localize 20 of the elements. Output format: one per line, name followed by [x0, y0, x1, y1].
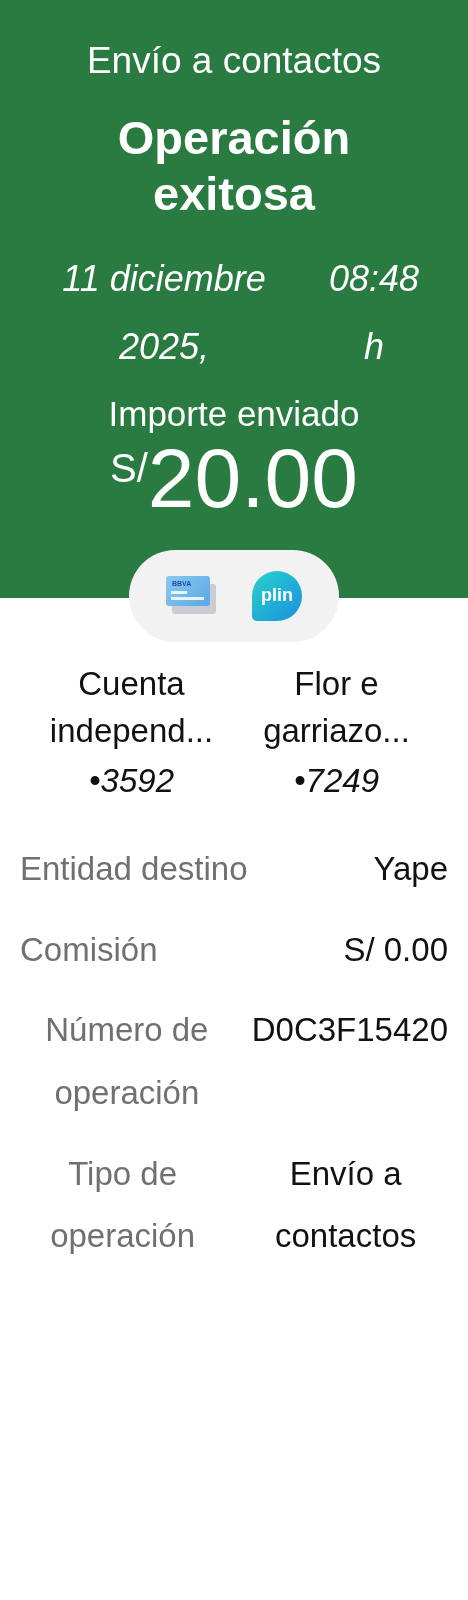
- detail-label: Comisión: [20, 929, 158, 970]
- account-name: Cuenta independ...: [48, 663, 215, 752]
- account-number: •3592: [88, 761, 175, 802]
- page-title: Envío a contactos: [85, 40, 383, 82]
- amount-value: 20.00: [147, 435, 358, 520]
- chat-bubble-icon: plin: [252, 570, 302, 621]
- detail-value: Envío a contactos: [274, 1153, 418, 1257]
- status-title: Operación exitosa: [116, 110, 352, 223]
- account-name: Flor e garriazo...: [262, 663, 411, 752]
- detail-value: S/ 0.00: [343, 929, 448, 970]
- detail-label: Número de operación: [44, 1010, 210, 1114]
- account-number: •7249: [293, 761, 380, 802]
- detail-label: Entidad destino: [20, 849, 248, 890]
- detail-label: Tipo de operación: [49, 1153, 197, 1257]
- detail-value: Yape: [373, 849, 448, 890]
- time-text: 08:48 h: [327, 256, 421, 370]
- detail-value: D0C3F15420: [251, 1010, 448, 1051]
- date-text: 11 diciembre 2025,: [61, 256, 267, 370]
- amount-label: Importe enviado: [107, 393, 361, 434]
- currency-symbol: S/: [110, 445, 148, 490]
